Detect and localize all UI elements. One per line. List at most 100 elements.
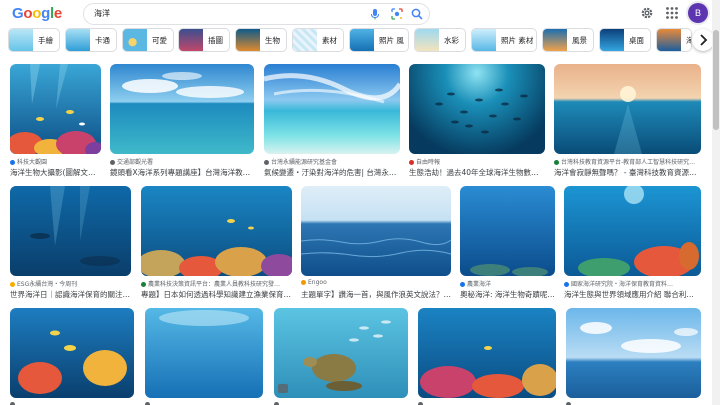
result-card[interactable]: 台灣科技教育資源平台-教育部人工智慧科技研究… 海洋會寂靜無聲嗎？ - 臺灣科技… <box>554 64 701 179</box>
result-source[interactable]: 台灣科技教育資源平台-教育部人工智慧科技研究… <box>554 157 701 166</box>
result-image[interactable] <box>264 64 400 154</box>
result-source[interactable] <box>10 401 134 405</box>
chip-cute[interactable]: 可愛 <box>122 28 174 52</box>
logo-letter: o <box>32 5 42 22</box>
open-sea-image <box>301 238 451 258</box>
result-image[interactable] <box>141 186 292 276</box>
favicon-icon <box>409 159 414 165</box>
result-source[interactable] <box>145 401 263 405</box>
result-title[interactable]: 生態浩劫！過去40年全球海洋生物數量… <box>409 167 545 178</box>
search-input[interactable]: 海洋 <box>83 3 430 25</box>
result-source[interactable] <box>274 401 408 405</box>
result-card[interactable]: 國家海洋研究院・海洋保育教育資料… 海洋生態與世界領域應用介紹 聯合利潤… <box>564 186 701 301</box>
chip-watercolor[interactable]: 水彩 <box>414 28 466 52</box>
result-title[interactable]: 奧秘海洋: 海洋生物奇蹟呢… <box>460 289 555 300</box>
chip-illustration[interactable]: 插圖 <box>178 28 230 52</box>
avatar[interactable]: B <box>688 3 708 23</box>
result-title[interactable]: 專題】日本如何透過科學知識建立漁業保育… <box>141 289 292 300</box>
result-image[interactable] <box>554 64 701 154</box>
result-card[interactable] <box>145 308 263 405</box>
chip-material[interactable]: 素材 <box>292 28 344 52</box>
result-image[interactable] <box>418 308 556 398</box>
result-card[interactable]: 農業科技決策資訊平台：農業人員教科技研究發… 專題】日本如何透過科學知識建立漁業… <box>141 186 292 301</box>
result-source[interactable]: 農業海洋 <box>460 279 555 288</box>
result-source[interactable]: 交通部觀光署 <box>110 157 254 166</box>
result-image[interactable] <box>145 308 263 398</box>
sunset-sea-image <box>614 86 642 154</box>
result-title[interactable]: 海洋會寂靜無聲嗎？ - 臺灣科技教育資源平台 <box>554 167 701 178</box>
result-image[interactable] <box>10 308 134 398</box>
result-title[interactable]: 氣候變遷・汙染對海洋的危害| 台灣永續… <box>264 167 400 178</box>
source-name: 國家海洋研究院・海洋保育教育資料… <box>571 281 674 288</box>
result-source[interactable]: 科技大觀園 <box>10 157 101 166</box>
apps-icon[interactable] <box>665 6 679 20</box>
result-source[interactable]: 自由時報 <box>409 157 545 166</box>
mic-icon[interactable] <box>368 7 382 21</box>
favicon-icon <box>141 281 146 287</box>
chip-creatures[interactable]: 生物 <box>235 28 287 52</box>
result-card[interactable]: 台灣永續能源研究基金會 氣候變遷・汙染對海洋的危害| 台灣永續… <box>264 64 400 179</box>
google-logo[interactable]: Google <box>12 5 62 22</box>
result-card[interactable] <box>10 308 134 405</box>
result-card[interactable]: 科技大觀園 海洋生物大攝影(圖解文章… <box>10 64 101 179</box>
result-source[interactable] <box>418 401 556 405</box>
source-name: 台灣永續能源研究基金會 <box>271 159 338 166</box>
chip-scenery[interactable]: 風景 <box>542 28 594 52</box>
chip-thumb <box>350 29 374 51</box>
result-card[interactable] <box>274 308 408 405</box>
favicon-icon <box>10 401 15 405</box>
result-title[interactable]: 海洋生物大攝影(圖解文章… <box>10 167 101 178</box>
result-card[interactable] <box>418 308 556 405</box>
result-card[interactable]: 交通部觀光署 鏡頭看X海洋系列專題講座】台灣海洋教育… <box>110 64 254 179</box>
result-image[interactable] <box>564 186 701 276</box>
result-title[interactable]: 世界海洋日｜認識海洋保育的關注… <box>10 289 131 300</box>
result-title[interactable]: 鏡頭看X海洋系列專題講座】台灣海洋教育… <box>110 167 254 178</box>
result-source[interactable]: 國家海洋研究院・海洋保育教育資料… <box>564 279 701 288</box>
underwater-surface-image <box>159 310 249 326</box>
chip-thumb <box>472 29 496 51</box>
source-name: ESG永續台灣・今周刊 <box>17 281 78 288</box>
chip-photo-style[interactable]: 照片 風 <box>349 28 409 52</box>
result-image[interactable] <box>110 64 254 154</box>
result-card[interactable] <box>566 308 701 405</box>
result-source[interactable]: Engoo <box>301 279 451 286</box>
coral-garden-image <box>141 219 292 276</box>
result-source[interactable] <box>566 401 701 405</box>
fish-school-image <box>435 88 528 134</box>
result-card[interactable]: Engoo 主題單字】讚海一首，與風作浪英文說法？… <box>301 186 451 301</box>
scrollbar-thumb[interactable] <box>713 30 719 130</box>
favicon-icon <box>274 401 279 405</box>
source-name: 科技大觀園 <box>17 159 48 166</box>
source-name: 交通部觀光署 <box>117 159 154 166</box>
chip-hand-drawn[interactable]: 手繪 <box>8 28 60 52</box>
chip-thumb <box>657 29 681 51</box>
chevron-right-icon[interactable] <box>692 29 714 51</box>
result-title[interactable]: 主題單字】讚海一首，與風作浪英文說法？… <box>301 289 451 300</box>
result-source[interactable]: 台灣永續能源研究基金會 <box>264 157 400 166</box>
chip-sea[interactable]: 海 <box>656 28 692 52</box>
result-card[interactable]: 農業海洋 奧秘海洋: 海洋生物奇蹟呢… <box>460 186 555 301</box>
result-image[interactable] <box>10 64 101 154</box>
search-query[interactable]: 海洋 <box>94 8 110 19</box>
result-image[interactable] <box>274 308 408 398</box>
lens-icon[interactable] <box>390 7 404 21</box>
deep-sea-image <box>30 186 120 266</box>
chip-photo-material[interactable]: 照片 素材 <box>471 28 537 52</box>
result-image[interactable] <box>566 308 701 398</box>
coral-reef-image <box>10 64 101 154</box>
search-icon[interactable] <box>410 7 424 21</box>
result-source[interactable]: ESG永續台灣・今周刊 <box>10 279 131 288</box>
result-image[interactable] <box>301 186 451 276</box>
result-card[interactable]: ESG永續台灣・今周刊 世界海洋日｜認識海洋保育的關注… <box>10 186 131 301</box>
chip-cartoon[interactable]: 卡通 <box>65 28 117 52</box>
result-image[interactable] <box>10 186 131 276</box>
result-card[interactable]: 自由時報 生態浩劫！過去40年全球海洋生物數量… <box>409 64 545 179</box>
favicon-icon <box>301 279 306 285</box>
result-image[interactable] <box>460 186 555 276</box>
result-image[interactable] <box>409 64 545 154</box>
chip-desktop[interactable]: 桌面 <box>599 28 651 52</box>
result-source[interactable]: 農業科技決策資訊平台：農業人員教科技研究發… <box>141 279 292 288</box>
gear-icon[interactable] <box>640 6 654 20</box>
source-name: 農業海洋 <box>467 281 492 288</box>
result-title[interactable]: 海洋生態與世界領域應用介紹 聯合利潤… <box>564 289 701 300</box>
